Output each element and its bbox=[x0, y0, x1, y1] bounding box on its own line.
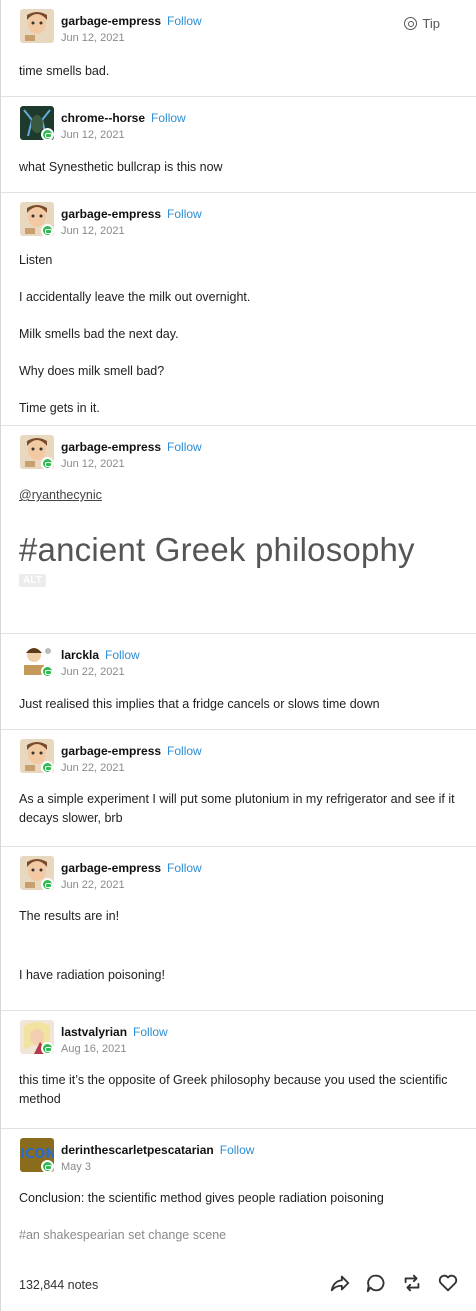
post-text: time smells bad. bbox=[19, 64, 110, 78]
reblog-badge-icon bbox=[41, 128, 54, 141]
username[interactable]: garbage-empress Follow bbox=[61, 440, 202, 454]
post-date[interactable]: Jun 22, 2021 bbox=[61, 666, 125, 678]
like-heart-icon[interactable] bbox=[437, 1272, 459, 1294]
post-text: Listen bbox=[19, 253, 53, 267]
username[interactable]: garbage-empress Follow bbox=[61, 207, 202, 221]
post-date[interactable]: Aug 16, 2021 bbox=[61, 1043, 126, 1055]
hero-text-image: #ancient Greek philosophy bbox=[19, 531, 415, 568]
tip-button[interactable]: Tip bbox=[404, 16, 440, 31]
post-date[interactable]: Jun 12, 2021 bbox=[61, 129, 125, 141]
reblog-entry: garbage-empress Follow Jun 12, 2021 Liste… bbox=[1, 193, 476, 426]
reblog-entry: lastvalyrian Follow Aug 16, 2021 this tim… bbox=[1, 1011, 476, 1129]
post-text: Conclusion: the scientific method gives … bbox=[19, 1191, 384, 1205]
username[interactable]: garbage-empress Follow bbox=[61, 14, 202, 28]
follow-button[interactable]: Follow bbox=[133, 1025, 168, 1039]
username[interactable]: garbage-empress Follow bbox=[61, 861, 202, 875]
follow-button[interactable]: Follow bbox=[167, 14, 202, 28]
post-thread: garbage-empress Follow Jun 12, 2021 Tip t… bbox=[0, 0, 476, 1311]
post-text: Just realised this implies that a fridge… bbox=[19, 697, 380, 711]
post-tag[interactable]: #an shakespearian set change scene bbox=[19, 1228, 226, 1242]
post-footer: 132,844 notes bbox=[1, 1268, 475, 1302]
post-text: I accidentally leave the milk out overni… bbox=[19, 290, 251, 304]
reblog-entry: garbage-empress Follow Jun 12, 2021 Tip t… bbox=[1, 0, 476, 97]
reblog-badge-icon bbox=[41, 457, 54, 470]
reblog-entry: garbage-empress Follow Jun 22, 2021 The r… bbox=[1, 847, 476, 1011]
post-text: Milk smells bad the next day. bbox=[19, 327, 179, 341]
share-icon[interactable] bbox=[329, 1272, 351, 1294]
follow-button[interactable]: Follow bbox=[220, 1143, 255, 1157]
reblog-badge-icon bbox=[41, 224, 54, 237]
reblog-icon[interactable] bbox=[401, 1272, 423, 1294]
post-text: I have radiation poisoning! bbox=[19, 968, 165, 982]
reblog-badge-icon bbox=[41, 761, 54, 774]
post-text: The results are in! bbox=[19, 909, 120, 923]
alt-text-badge[interactable]: ALT bbox=[19, 574, 46, 587]
tip-icon bbox=[404, 17, 418, 30]
username[interactable]: chrome--horse Follow bbox=[61, 111, 186, 125]
post-date[interactable]: Jun 22, 2021 bbox=[61, 879, 125, 891]
user-mention-link[interactable]: @ryanthecynic bbox=[19, 488, 102, 502]
post-text: Why does milk smell bad? bbox=[19, 364, 165, 378]
reblog-badge-icon bbox=[41, 878, 54, 891]
post-date[interactable]: May 3 bbox=[61, 1161, 91, 1173]
post-date[interactable]: Jun 12, 2021 bbox=[61, 32, 125, 44]
post-date[interactable]: Jun 12, 2021 bbox=[61, 225, 125, 237]
username[interactable]: larckla Follow bbox=[61, 648, 140, 662]
follow-button[interactable]: Follow bbox=[151, 111, 186, 125]
avatar[interactable] bbox=[20, 9, 54, 43]
reply-icon[interactable] bbox=[365, 1272, 387, 1294]
username[interactable]: garbage-empress Follow bbox=[61, 744, 202, 758]
reblog-badge-icon bbox=[41, 1160, 54, 1173]
post-text: this time it’s the opposite of Greek phi… bbox=[19, 1073, 448, 1106]
follow-button[interactable]: Follow bbox=[167, 861, 202, 875]
post-text: Time gets in it. bbox=[19, 401, 100, 415]
username[interactable]: lastvalyrian Follow bbox=[61, 1025, 168, 1039]
follow-button[interactable]: Follow bbox=[167, 207, 202, 221]
post-text: what Synesthetic bullcrap is this now bbox=[19, 160, 223, 174]
reblog-entry: garbage-empress Follow Jun 22, 2021 As a … bbox=[1, 730, 476, 847]
follow-button[interactable]: Follow bbox=[167, 744, 202, 758]
post-date[interactable]: Jun 22, 2021 bbox=[61, 762, 125, 774]
follow-button[interactable]: Follow bbox=[167, 440, 202, 454]
notes-count[interactable]: 132,844 notes bbox=[19, 1278, 98, 1292]
reblog-entry: chrome--horse Follow Jun 12, 2021 what Sy… bbox=[1, 97, 476, 193]
post-date[interactable]: Jun 12, 2021 bbox=[61, 458, 125, 470]
post-text: As a simple experiment I will put some p… bbox=[19, 792, 455, 825]
reblog-entry: garbage-empress Follow Jun 12, 2021 @ryan… bbox=[1, 426, 476, 634]
reblog-entry: larckla Follow Jun 22, 2021 Just realised… bbox=[1, 634, 476, 730]
follow-button[interactable]: Follow bbox=[105, 648, 140, 662]
reblog-entry: ICON derinthescarletpescatarian Follow Ma… bbox=[1, 1129, 476, 1264]
reblog-badge-icon bbox=[41, 665, 54, 678]
username[interactable]: derinthescarletpescatarian Follow bbox=[61, 1143, 254, 1157]
reblog-badge-icon bbox=[41, 1042, 54, 1055]
